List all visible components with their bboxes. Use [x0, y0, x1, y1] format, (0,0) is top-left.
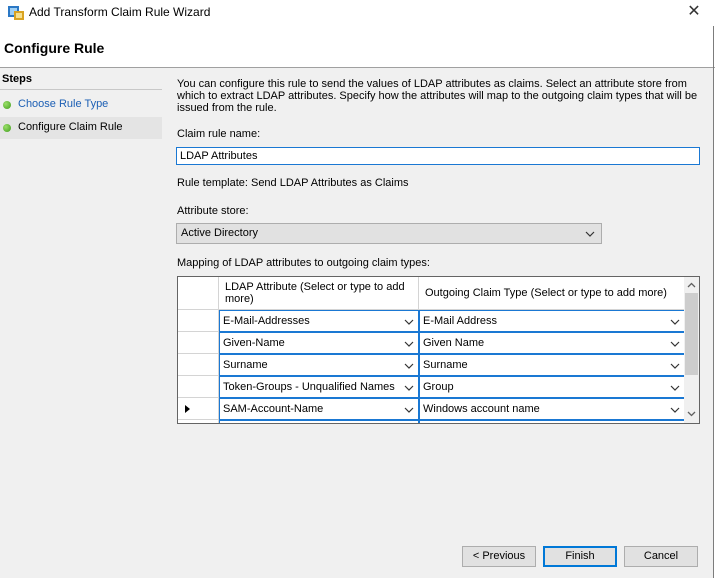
green-check-dot-icon [3, 101, 11, 109]
chevron-down-icon[interactable] [404, 405, 414, 415]
ldap-attribute-cell[interactable]: Given-Name [219, 332, 419, 354]
row-header-current[interactable] [178, 398, 219, 420]
claim-type-value: Windows account name [423, 403, 540, 415]
row-header[interactable] [178, 420, 219, 423]
window-title: Add Transform Claim Rule Wizard [29, 5, 211, 19]
claim-rule-name-label: Claim rule name: [177, 128, 261, 140]
step-configure-claim-rule: Configure Claim Rule [0, 117, 162, 139]
step-label[interactable]: Choose Rule Type [18, 98, 108, 110]
wizard-header: Configure Rule [0, 26, 715, 67]
chevron-down-icon[interactable] [585, 229, 595, 239]
claim-wizard-icon [8, 6, 24, 20]
ldap-attribute-value: Token-Groups - Unqualified Names [223, 381, 395, 393]
claim-type-value: Group [423, 381, 454, 393]
column-header-ldap[interactable]: LDAP Attribute (Select or type to add mo… [219, 277, 419, 310]
step-label: Configure Claim Rule [18, 121, 123, 133]
attribute-store-select[interactable]: Active Directory [176, 223, 602, 244]
close-icon[interactable]: ✕ [679, 2, 709, 22]
grid-corner-header [178, 277, 219, 310]
attribute-mapping-grid[interactable]: LDAP Attribute (Select or type to add mo… [177, 276, 700, 424]
ldap-attribute-cell[interactable]: E-Mail-Addresses [219, 310, 419, 332]
rule-template-text: Rule template: Send LDAP Attributes as C… [177, 177, 409, 189]
ldap-attribute-value: Surname [223, 359, 268, 371]
claim-rule-name-input[interactable]: LDAP Attributes [176, 147, 700, 165]
chevron-down-icon[interactable] [670, 361, 680, 371]
claim-type-cell[interactable]: Windows account name [419, 398, 685, 420]
claim-type-cell-empty[interactable] [419, 420, 685, 423]
ldap-attribute-cell[interactable]: Token-Groups - Unqualified Names [219, 376, 419, 398]
previous-button[interactable]: < Previous [462, 546, 536, 567]
ldap-attribute-cell[interactable]: SAM-Account-Name [219, 398, 419, 420]
step-choose-rule-type[interactable]: Choose Rule Type [0, 94, 162, 116]
scroll-down-icon[interactable] [686, 408, 697, 419]
chevron-down-icon[interactable] [404, 317, 414, 327]
steps-pane [0, 68, 164, 578]
ldap-attribute-value: SAM-Account-Name [223, 403, 324, 415]
steps-divider [0, 89, 162, 90]
claim-type-cell[interactable]: E-Mail Address [419, 310, 685, 332]
claim-type-cell[interactable]: Given Name [419, 332, 685, 354]
row-header[interactable] [178, 310, 219, 332]
chevron-down-icon[interactable] [404, 383, 414, 393]
chevron-down-icon[interactable] [404, 339, 414, 349]
steps-heading: Steps [2, 73, 32, 85]
ldap-attribute-cell-empty[interactable] [219, 420, 419, 423]
claim-type-value: Surname [423, 359, 468, 371]
row-header[interactable] [178, 332, 219, 354]
chevron-down-icon[interactable] [670, 405, 680, 415]
chevron-down-icon[interactable] [670, 339, 680, 349]
ldap-attribute-value: E-Mail-Addresses [223, 315, 310, 327]
claim-type-cell[interactable]: Surname [419, 354, 685, 376]
claim-type-value: Given Name [423, 337, 485, 349]
mapping-label: Mapping of LDAP attributes to outgoing c… [177, 257, 430, 269]
attribute-store-label: Attribute store: [177, 205, 249, 217]
chevron-down-icon[interactable] [404, 361, 414, 371]
scroll-up-icon[interactable] [686, 280, 697, 291]
scrollbar-thumb[interactable] [685, 293, 698, 375]
row-pointer-icon [185, 405, 190, 413]
green-check-dot-icon [3, 124, 11, 132]
chevron-down-icon[interactable] [670, 317, 680, 327]
row-header[interactable] [178, 354, 219, 376]
ldap-attribute-value: Given-Name [223, 337, 285, 349]
chevron-down-icon[interactable] [670, 383, 680, 393]
claim-type-value: E-Mail Address [423, 315, 497, 327]
column-header-claim[interactable]: Outgoing Claim Type (Select or type to a… [419, 277, 685, 310]
finish-button[interactable]: Finish [543, 546, 617, 567]
cancel-button[interactable]: Cancel [624, 546, 698, 567]
attribute-store-value: Active Directory [181, 227, 259, 239]
row-header[interactable] [178, 376, 219, 398]
claim-type-cell[interactable]: Group [419, 376, 685, 398]
page-title: Configure Rule [4, 40, 105, 56]
intro-text: You can configure this rule to send the … [177, 78, 698, 114]
grid-scrollbar[interactable] [684, 277, 699, 423]
ldap-attribute-cell[interactable]: Surname [219, 354, 419, 376]
title-bar: Add Transform Claim Rule Wizard ✕ [0, 0, 715, 26]
window-edge [713, 26, 714, 578]
